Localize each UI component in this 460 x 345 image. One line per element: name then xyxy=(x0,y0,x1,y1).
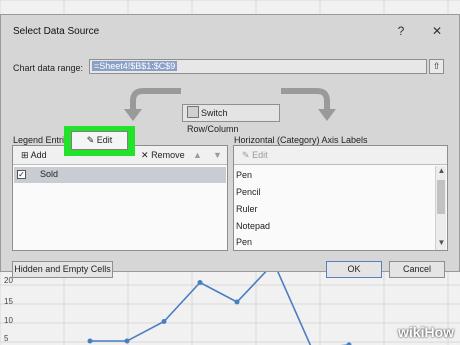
scroll-up-icon[interactable]: ▲ xyxy=(436,166,447,175)
axis-toolbar: ✎ Edit xyxy=(234,146,447,165)
legend-entries-pane: ⊞ Add ✕ Remove ▲ ▼ ✓ Sold xyxy=(12,145,228,251)
chart-range-value: =Sheet4!$B$1:$C$9 xyxy=(92,61,178,71)
axis-labels-label: Horizontal (Category) Axis Labels xyxy=(234,135,368,145)
series-row-sold[interactable]: ✓ Sold xyxy=(14,167,226,183)
move-up-icon[interactable]: ▲ xyxy=(189,148,206,163)
add-label: Add xyxy=(30,150,47,160)
y-tick-15: 15 xyxy=(4,297,13,306)
move-down-icon[interactable]: ▼ xyxy=(209,148,226,163)
scroll-down-icon[interactable]: ▼ xyxy=(436,238,447,247)
chart-point xyxy=(234,299,240,305)
edit-axis-labels-button[interactable]: ✎ Edit xyxy=(238,148,272,163)
close-icon[interactable]: ✕ xyxy=(427,22,447,40)
wikihow-watermark: wikiHow xyxy=(398,324,455,340)
chart-point xyxy=(197,280,203,285)
series-name: Sold xyxy=(40,169,59,179)
chart-point xyxy=(87,338,93,344)
edit-icon: ✎ xyxy=(86,135,95,145)
axis-scrollbar[interactable]: ▲ ▼ xyxy=(435,166,446,250)
scroll-thumb[interactable] xyxy=(437,180,445,214)
switch-row-column-button[interactable]: Switch Row/Column xyxy=(182,104,280,134)
switch-icon xyxy=(187,106,199,118)
remove-label: Remove xyxy=(151,150,185,160)
remove-series-button[interactable]: ✕ Remove xyxy=(137,148,189,163)
y-tick-10: 10 xyxy=(4,316,13,325)
chart-range-input[interactable]: =Sheet4!$B$1:$C$9 xyxy=(89,59,427,74)
add-series-button[interactable]: ⊞ Add xyxy=(17,148,51,163)
axis-labels-pane: ✎ Edit Pen Pencil Ruler Notepad Pen ▲ ▼ xyxy=(233,145,448,251)
edit-axis-label: Edit xyxy=(252,150,268,160)
axis-item[interactable]: Notepad xyxy=(236,221,270,231)
axis-item[interactable]: Pen xyxy=(236,237,252,247)
collapse-dialog-icon[interactable]: ⇧ xyxy=(429,59,444,74)
dialog-title: Select Data Source xyxy=(13,26,100,37)
y-tick-5: 5 xyxy=(4,334,9,343)
edit-series-button[interactable]: ✎ Edit xyxy=(71,131,128,150)
hidden-empty-cells-button[interactable]: Hidden and Empty Cells xyxy=(12,261,113,278)
edit-label: Edit xyxy=(96,135,113,145)
edit-icon: ✎ xyxy=(242,150,250,160)
chart-point xyxy=(161,319,167,324)
axis-item[interactable]: Pen xyxy=(236,170,252,180)
axis-item[interactable]: Pencil xyxy=(236,187,261,197)
series-checkbox[interactable]: ✓ xyxy=(17,170,26,179)
add-icon: ⊞ xyxy=(21,150,29,160)
chart-range-label: Chart data range: xyxy=(13,63,84,73)
ok-button[interactable]: OK xyxy=(326,261,382,278)
help-icon[interactable]: ? xyxy=(391,22,411,40)
remove-icon: ✕ xyxy=(141,150,149,160)
chart-point xyxy=(124,338,130,344)
cancel-button[interactable]: Cancel xyxy=(389,261,445,278)
axis-item[interactable]: Ruler xyxy=(236,204,258,214)
